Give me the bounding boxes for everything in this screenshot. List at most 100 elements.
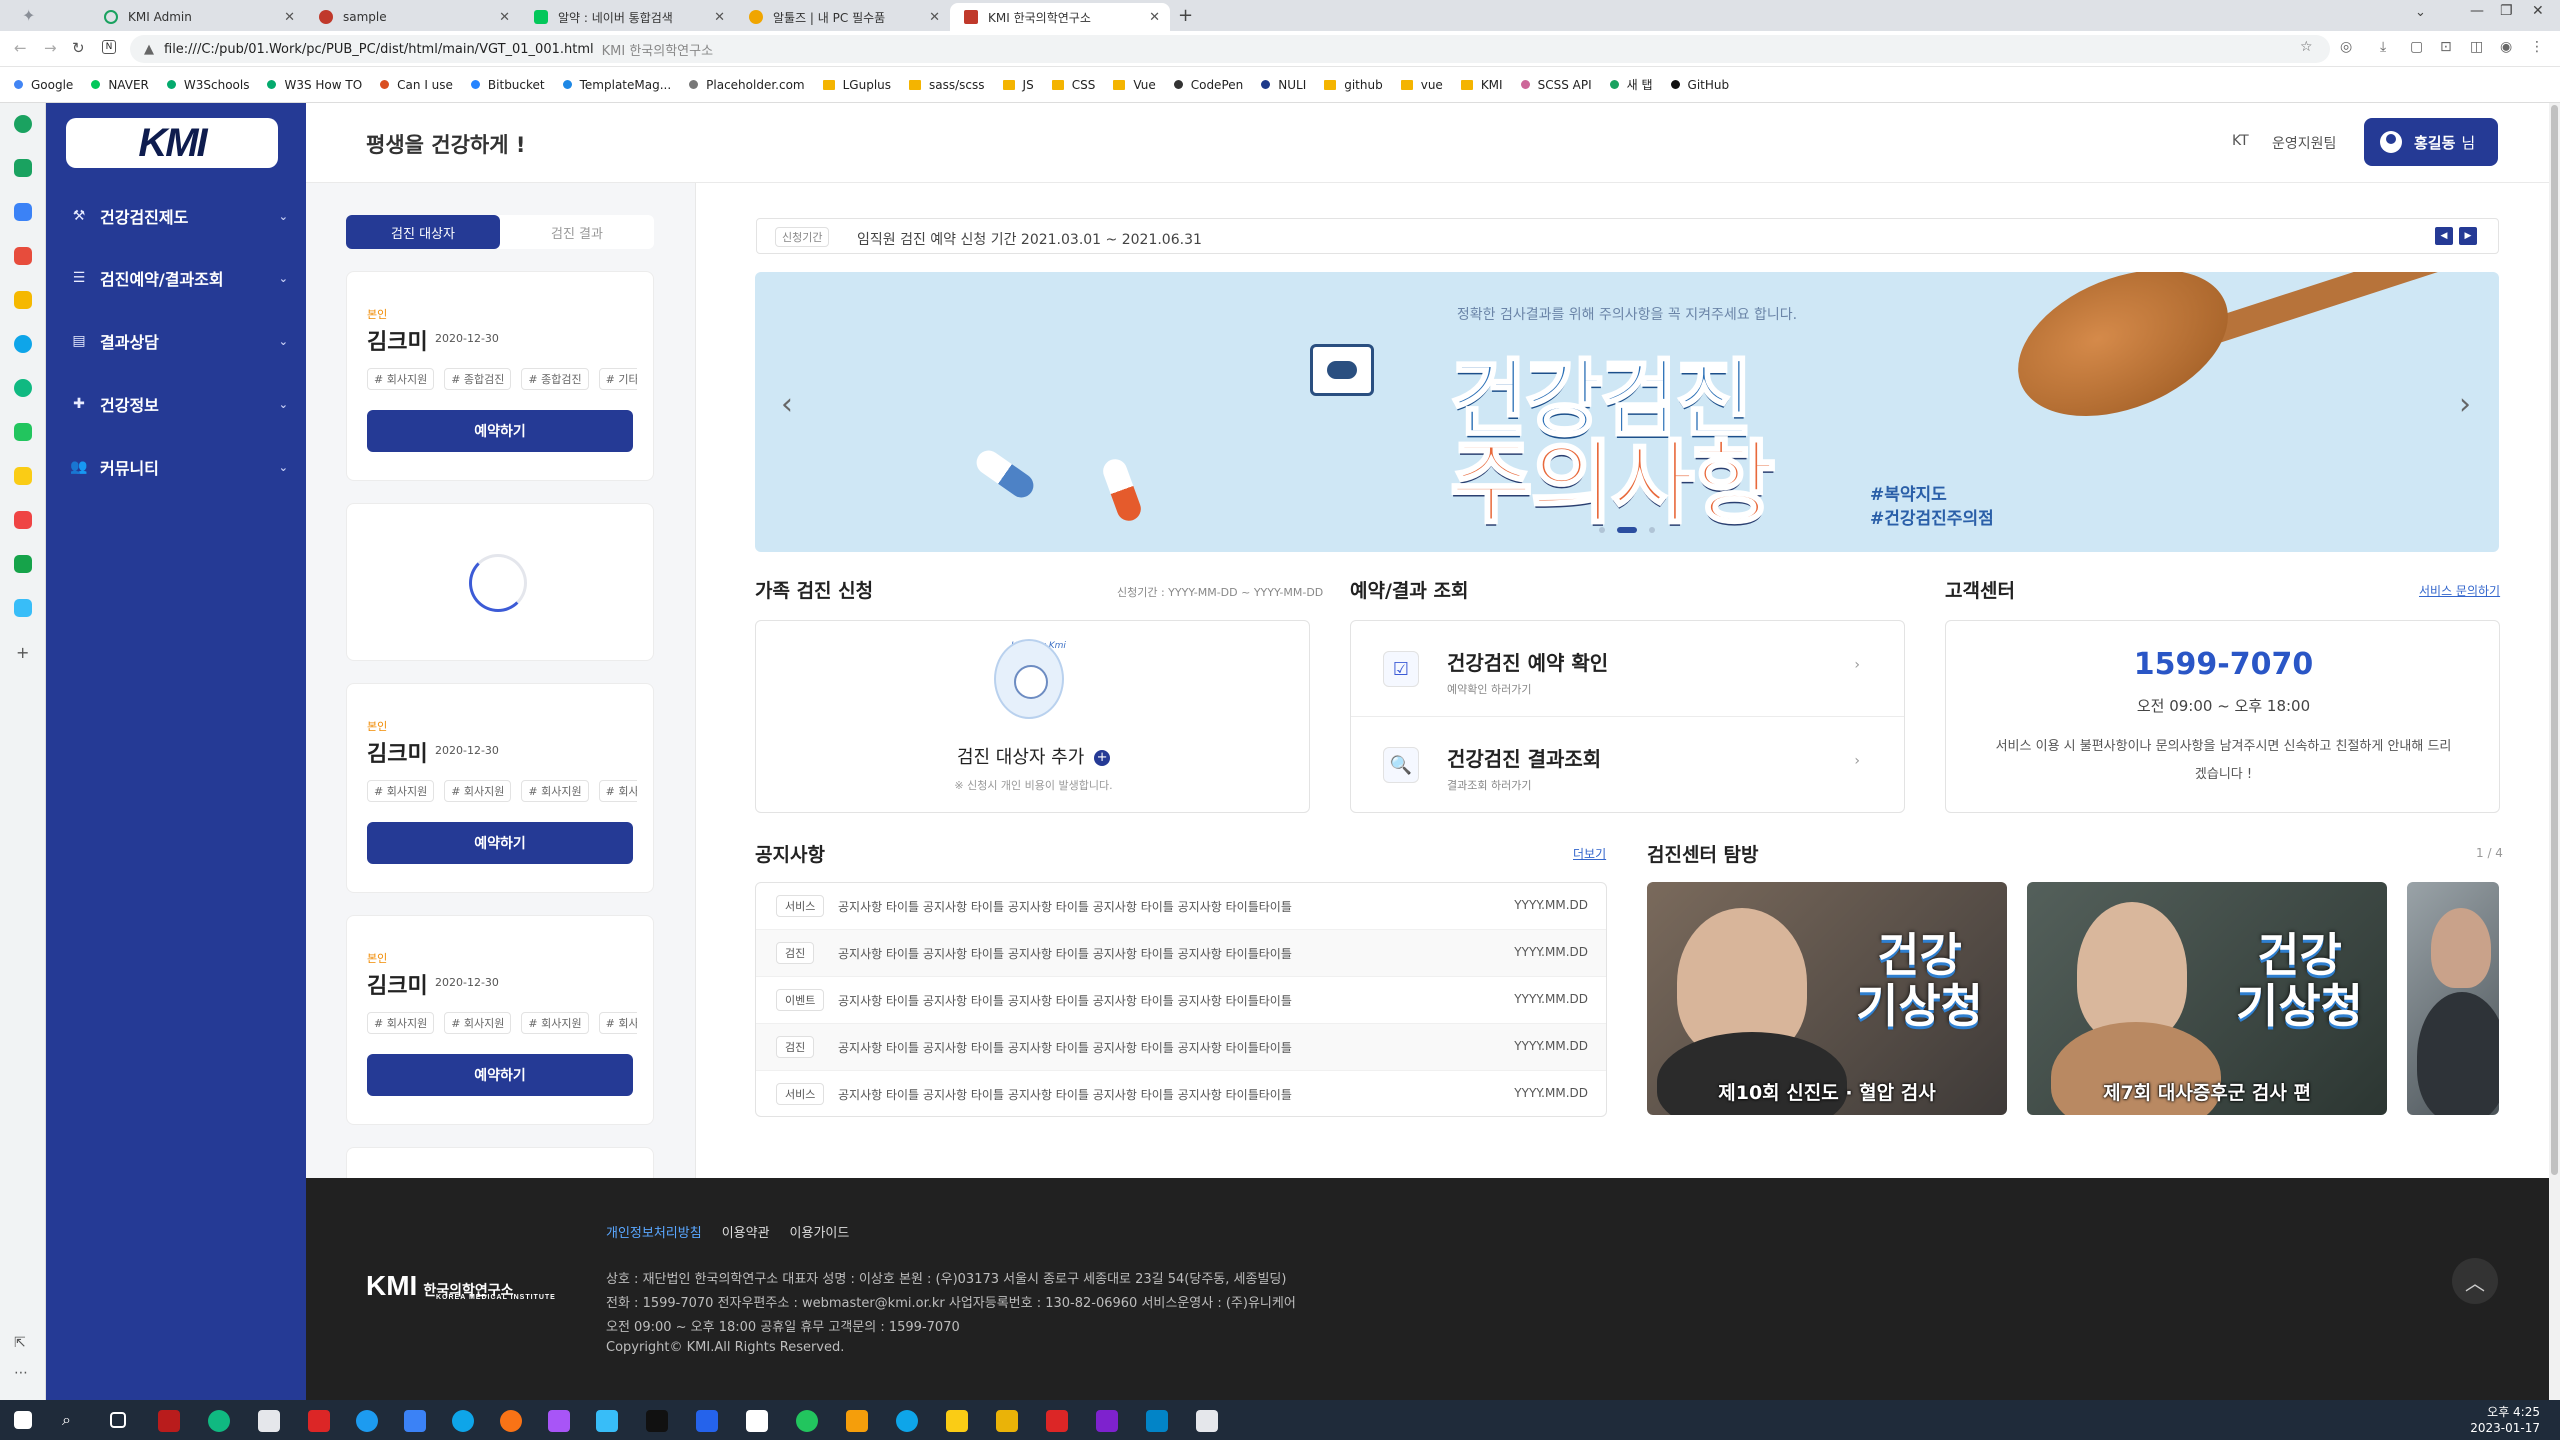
new-tab-button[interactable]: + xyxy=(1178,5,1193,26)
result-check-item[interactable]: 🔍 건강검진 결과조회 결과조회 하러가기 › xyxy=(1351,717,1904,813)
service-inquiry-link[interactable]: 서비스 문의하기 xyxy=(2419,582,2500,599)
browser-tab[interactable]: 알툴즈 | 내 PC 필수품 ✕ xyxy=(735,3,950,31)
bookmark-item[interactable]: Bitbucket xyxy=(470,78,545,92)
bookmark-item[interactable]: Google xyxy=(14,78,73,92)
nav-health-checkup-system[interactable]: ⚒ 건강검진제도 ⌄ xyxy=(70,201,294,231)
user-menu-button[interactable]: 홍길동 님 xyxy=(2364,118,2498,166)
extension-icon[interactable]: ◎ xyxy=(2340,39,2352,55)
add-target-row[interactable]: 검진 대상자 추가 + xyxy=(756,743,1311,769)
tab-close-icon[interactable]: ✕ xyxy=(499,10,510,25)
notice-row[interactable]: 서비스 공지사항 타이틀 공지사항 타이틀 공지사항 타이틀 공지사항 타이틀 공… xyxy=(756,883,1606,930)
tab-close-icon[interactable]: ✕ xyxy=(284,10,295,25)
reload-icon[interactable]: ↻ xyxy=(72,39,85,57)
app-icon[interactable] xyxy=(1146,1410,1168,1432)
terms-link[interactable]: 이용약관 xyxy=(722,1222,770,1241)
app-icon[interactable] xyxy=(14,555,32,573)
close-window-button[interactable]: ✕ xyxy=(2532,3,2544,19)
add-app-icon[interactable]: + xyxy=(16,643,29,662)
video-thumbnail-partial[interactable] xyxy=(2407,882,2499,1115)
ie-icon[interactable] xyxy=(356,1410,378,1432)
slide-dot[interactable] xyxy=(1649,527,1655,533)
tab-checkup-result[interactable]: 검진 결과 xyxy=(500,215,654,249)
bookmark-item[interactable]: sass/scss xyxy=(909,78,985,92)
bookmark-star-icon[interactable]: ☆ xyxy=(2300,39,2313,55)
bookmark-item[interactable]: KMI xyxy=(1460,78,1503,92)
search-icon[interactable]: ⌕ xyxy=(62,1410,84,1432)
page-scrollbar[interactable] xyxy=(2549,103,2560,1400)
screenshot-icon[interactable]: ⊡ xyxy=(2440,39,2452,55)
maximize-button[interactable]: ❐ xyxy=(2500,3,2513,19)
bookmark-item[interactable]: 새 탭 xyxy=(1609,76,1653,93)
notice-row[interactable]: 검진 공지사항 타이틀 공지사항 타이틀 공지사항 타이틀 공지사항 타이틀 공지… xyxy=(756,1024,1606,1071)
app-icon[interactable] xyxy=(14,599,32,617)
chrome-icon[interactable] xyxy=(796,1410,818,1432)
collections-icon[interactable]: ▢ xyxy=(2410,39,2423,55)
family-add-card[interactable]: Healthy Kmi 검진 대상자 추가 + ※ 신청시 개인 비용이 발생합… xyxy=(755,620,1310,813)
notice-row[interactable]: 이벤트 공지사항 타이틀 공지사항 타이틀 공지사항 타이틀 공지사항 타이틀 공… xyxy=(756,977,1606,1024)
app-icon[interactable] xyxy=(404,1410,426,1432)
guide-link[interactable]: 이용가이드 xyxy=(790,1222,850,1241)
chat-icon[interactable] xyxy=(896,1410,918,1432)
nav-community[interactable]: 👥 커뮤니티 ⌄ xyxy=(70,452,294,482)
photos-icon[interactable] xyxy=(1196,1410,1218,1432)
acrobat-icon[interactable] xyxy=(308,1410,330,1432)
app-icon[interactable] xyxy=(14,511,32,529)
app-icon[interactable] xyxy=(14,335,32,353)
app-icon[interactable] xyxy=(208,1410,230,1432)
windows-start-icon[interactable] xyxy=(14,1411,32,1429)
system-clock[interactable]: 오후 4:25 2023-01-17 xyxy=(2470,1404,2540,1436)
app-icon[interactable] xyxy=(14,467,32,485)
nav-result-consult[interactable]: ▤ 결과상담 ⌄ xyxy=(70,326,294,356)
open-external-icon[interactable]: ⇱ xyxy=(14,1335,26,1351)
edge-icon[interactable] xyxy=(452,1410,474,1432)
tab-checkup-target[interactable]: 검진 대상자 xyxy=(346,215,500,249)
kt-link[interactable]: KT xyxy=(2232,133,2249,149)
video-thumbnail[interactable]: 건강 기상청 제10회 신진도 · 혈압 검사 xyxy=(1647,882,2007,1115)
filezilla-icon[interactable] xyxy=(158,1410,180,1432)
ops-team-link[interactable]: 운영지원팀 xyxy=(2272,133,2336,153)
tab-close-icon[interactable]: ✕ xyxy=(1149,10,1160,25)
calculator-icon[interactable] xyxy=(258,1410,280,1432)
scroll-top-button[interactable]: ︿ xyxy=(2452,1258,2498,1304)
reserve-button[interactable]: 예약하기 xyxy=(367,410,633,452)
app-icon[interactable] xyxy=(14,159,32,177)
powerpoint-icon[interactable] xyxy=(1046,1410,1068,1432)
browser-tab[interactable]: 알약 : 네이버 통합검색 ✕ xyxy=(520,3,735,31)
nav-health-info[interactable]: ✚ 건강정보 ⌄ xyxy=(70,389,294,419)
video-thumbnail[interactable]: 건강 기상청 제7회 대사증후군 검사 편 xyxy=(2027,882,2387,1115)
sidebar-icon[interactable]: ◫ xyxy=(2470,39,2483,55)
bookmark-item[interactable]: W3Schools xyxy=(166,78,249,92)
bookmark-item[interactable]: CSS xyxy=(1051,78,1095,92)
scroll-thumb[interactable] xyxy=(2551,105,2558,1175)
notion-icon[interactable] xyxy=(746,1410,768,1432)
back-icon[interactable]: ← xyxy=(14,39,27,57)
notice-row[interactable]: 서비스 공지사항 타이틀 공지사항 타이틀 공지사항 타이틀 공지사항 타이틀 공… xyxy=(756,1071,1606,1116)
bookmark-item[interactable]: NAVER xyxy=(91,78,149,92)
privacy-policy-link[interactable]: 개인정보처리방침 xyxy=(606,1222,702,1241)
download-icon[interactable]: ⤓ xyxy=(2380,39,2386,55)
onenote-icon[interactable] xyxy=(1096,1410,1118,1432)
browser-tab-active[interactable]: KMI 한국의학연구소 ✕ xyxy=(950,3,1170,31)
slide-dot-active[interactable] xyxy=(1617,527,1637,533)
bookmark-item[interactable]: vue xyxy=(1400,78,1443,92)
browser-tab[interactable]: KMI Admin ✕ xyxy=(90,3,305,31)
bookmark-item[interactable]: LGuplus xyxy=(822,78,891,92)
bookmark-item[interactable]: TemplateMag... xyxy=(562,78,671,92)
bookmark-item[interactable]: Placeholder.com xyxy=(689,78,805,92)
file-explorer-icon[interactable] xyxy=(996,1410,1018,1432)
address-bar[interactable]: ▲ file:///C:/pub/01.Work/pc/PUB_PC/dist/… xyxy=(130,35,2330,63)
bookmark-item[interactable]: NULI xyxy=(1261,78,1306,92)
reserve-button[interactable]: 예약하기 xyxy=(367,1054,633,1096)
menu-dots-icon[interactable]: ⋮ xyxy=(2530,39,2544,55)
minimize-button[interactable]: — xyxy=(2470,3,2484,19)
notices-more-link[interactable]: 더보기 xyxy=(1573,845,1606,862)
notice-row[interactable]: 검진 공지사항 타이틀 공지사항 타이틀 공지사항 타이틀 공지사항 타이틀 공지… xyxy=(756,930,1606,977)
naver-icon[interactable]: N xyxy=(102,40,116,54)
sticky-notes-icon[interactable] xyxy=(946,1410,968,1432)
tab-close-icon[interactable]: ✕ xyxy=(714,10,725,25)
firefox-icon[interactable] xyxy=(500,1410,522,1432)
app-icon[interactable] xyxy=(14,423,32,441)
app-icon[interactable] xyxy=(14,115,32,133)
bookmark-item[interactable]: W3S How TO xyxy=(267,78,362,92)
bookmark-item[interactable]: github xyxy=(1324,78,1383,92)
